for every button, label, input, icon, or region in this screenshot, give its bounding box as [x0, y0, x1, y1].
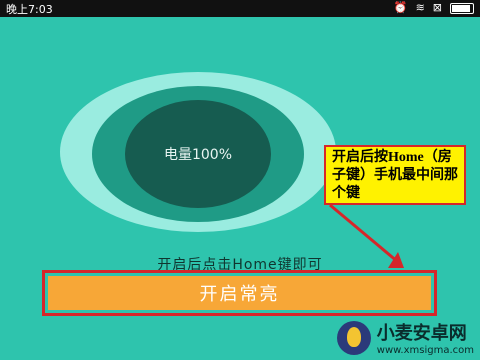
site-logo-icon [336, 320, 371, 355]
watermark-site-name: 小麦安卓网 [376, 323, 467, 344]
annotation-arrow [329, 203, 404, 268]
watermark-url: www.xmsigma.com [376, 345, 474, 356]
watermark: 小麦安卓网 www.xmsigma.com [336, 319, 474, 356]
